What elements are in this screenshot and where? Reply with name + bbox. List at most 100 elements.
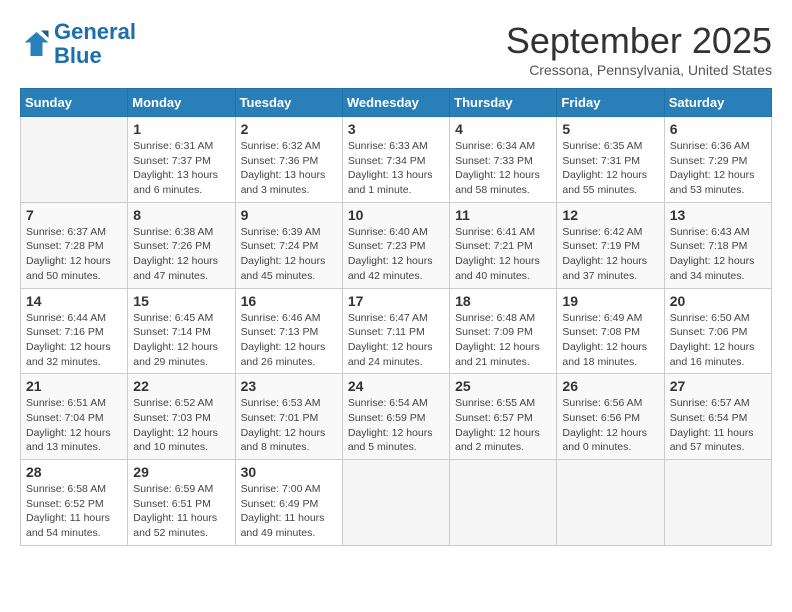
day-info: Sunrise: 6:37 AM Sunset: 7:28 PM Dayligh… bbox=[26, 225, 122, 284]
calendar-cell: 28 Sunrise: 6:58 AM Sunset: 6:52 PM Dayli… bbox=[21, 460, 128, 546]
day-number: 1 bbox=[133, 121, 229, 137]
calendar-week-row: 14Sunrise: 6:44 AM Sunset: 7:16 PM Dayli… bbox=[21, 288, 772, 374]
day-of-week-header: Wednesday bbox=[342, 89, 449, 117]
day-info: Sunrise: 6:34 AM Sunset: 7:33 PM Dayligh… bbox=[455, 139, 551, 198]
day-info: Sunrise: 6:31 AM Sunset: 7:37 PM Dayligh… bbox=[133, 139, 229, 198]
day-info: Sunrise: 6:58 AM Sunset: 6:52 PM Dayligh… bbox=[26, 482, 122, 541]
calendar-week-row: 1 Sunrise: 6:31 AM Sunset: 7:37 PM Daylig… bbox=[21, 117, 772, 203]
day-number: 14 bbox=[26, 293, 122, 309]
day-number: 27 bbox=[670, 378, 766, 394]
calendar-cell: 15 Sunrise: 6:45 AM Sunset: 7:14 PM Dayli… bbox=[128, 288, 235, 374]
day-number: 17 bbox=[348, 293, 444, 309]
calendar-cell: 7 Sunrise: 6:37 AM Sunset: 7:28 PM Daylig… bbox=[21, 202, 128, 288]
calendar-cell bbox=[664, 460, 771, 546]
calendar-cell: 23 Sunrise: 6:53 AM Sunset: 7:01 PM Dayli… bbox=[235, 374, 342, 460]
day-number: 13 bbox=[670, 207, 766, 223]
day-number: 4 bbox=[455, 121, 551, 137]
day-number: 21 bbox=[26, 378, 122, 394]
day-of-week-header: Monday bbox=[128, 89, 235, 117]
day-info: Sunrise: 6:51 AM Sunset: 7:04 PM Dayligh… bbox=[26, 396, 122, 455]
day-number: 15 bbox=[133, 293, 229, 309]
day-info: Sunrise: 6:41 AM Sunset: 7:21 PM Dayligh… bbox=[455, 225, 551, 284]
calendar-cell: 25 Sunrise: 6:55 AM Sunset: 6:57 PM Dayli… bbox=[450, 374, 557, 460]
location-subtitle: Cressona, Pennsylvania, United States bbox=[506, 62, 772, 78]
calendar-cell bbox=[450, 460, 557, 546]
day-number: 25 bbox=[455, 378, 551, 394]
day-info: Sunrise: 6:53 AM Sunset: 7:01 PM Dayligh… bbox=[241, 396, 337, 455]
day-of-week-header: Tuesday bbox=[235, 89, 342, 117]
day-info: Sunrise: 6:50 AM Sunset: 7:06 PM Dayligh… bbox=[670, 311, 766, 370]
day-number: 29 bbox=[133, 464, 229, 480]
calendar-cell: 1 Sunrise: 6:31 AM Sunset: 7:37 PM Daylig… bbox=[128, 117, 235, 203]
day-info: Sunrise: 6:54 AM Sunset: 6:59 PM Dayligh… bbox=[348, 396, 444, 455]
calendar-cell: 11 Sunrise: 6:41 AM Sunset: 7:21 PM Dayli… bbox=[450, 202, 557, 288]
calendar-cell: 21 Sunrise: 6:51 AM Sunset: 7:04 PM Dayli… bbox=[21, 374, 128, 460]
calendar-table: SundayMondayTuesdayWednesdayThursdayFrid… bbox=[20, 88, 772, 546]
day-info: Sunrise: 6:36 AM Sunset: 7:29 PM Dayligh… bbox=[670, 139, 766, 198]
calendar-cell bbox=[21, 117, 128, 203]
day-number: 28 bbox=[26, 464, 122, 480]
calendar-cell: 24 Sunrise: 6:54 AM Sunset: 6:59 PM Dayli… bbox=[342, 374, 449, 460]
day-number: 19 bbox=[562, 293, 658, 309]
calendar-cell: 14Sunrise: 6:44 AM Sunset: 7:16 PM Dayli… bbox=[21, 288, 128, 374]
calendar-cell: 6 Sunrise: 6:36 AM Sunset: 7:29 PM Daylig… bbox=[664, 117, 771, 203]
calendar-cell: 4 Sunrise: 6:34 AM Sunset: 7:33 PM Daylig… bbox=[450, 117, 557, 203]
calendar-week-row: 7 Sunrise: 6:37 AM Sunset: 7:28 PM Daylig… bbox=[21, 202, 772, 288]
day-number: 9 bbox=[241, 207, 337, 223]
day-number: 18 bbox=[455, 293, 551, 309]
day-info: Sunrise: 6:59 AM Sunset: 6:51 PM Dayligh… bbox=[133, 482, 229, 541]
day-info: Sunrise: 6:57 AM Sunset: 6:54 PM Dayligh… bbox=[670, 396, 766, 455]
day-number: 30 bbox=[241, 464, 337, 480]
day-info: Sunrise: 6:47 AM Sunset: 7:11 PM Dayligh… bbox=[348, 311, 444, 370]
day-number: 16 bbox=[241, 293, 337, 309]
calendar-week-row: 21 Sunrise: 6:51 AM Sunset: 7:04 PM Dayli… bbox=[21, 374, 772, 460]
day-info: Sunrise: 7:00 AM Sunset: 6:49 PM Dayligh… bbox=[241, 482, 337, 541]
day-info: Sunrise: 6:46 AM Sunset: 7:13 PM Dayligh… bbox=[241, 311, 337, 370]
day-number: 7 bbox=[26, 207, 122, 223]
day-info: Sunrise: 6:35 AM Sunset: 7:31 PM Dayligh… bbox=[562, 139, 658, 198]
day-info: Sunrise: 6:55 AM Sunset: 6:57 PM Dayligh… bbox=[455, 396, 551, 455]
calendar-cell: 29 Sunrise: 6:59 AM Sunset: 6:51 PM Dayli… bbox=[128, 460, 235, 546]
calendar-cell: 2 Sunrise: 6:32 AM Sunset: 7:36 PM Daylig… bbox=[235, 117, 342, 203]
calendar-body: 1 Sunrise: 6:31 AM Sunset: 7:37 PM Daylig… bbox=[21, 117, 772, 546]
calendar-cell: 8Sunrise: 6:38 AM Sunset: 7:26 PM Daylig… bbox=[128, 202, 235, 288]
day-info: Sunrise: 6:39 AM Sunset: 7:24 PM Dayligh… bbox=[241, 225, 337, 284]
calendar-cell: 16 Sunrise: 6:46 AM Sunset: 7:13 PM Dayli… bbox=[235, 288, 342, 374]
calendar-cell: 3Sunrise: 6:33 AM Sunset: 7:34 PM Daylig… bbox=[342, 117, 449, 203]
page-header: General Blue September 2025 Cressona, Pe… bbox=[20, 20, 772, 78]
day-of-week-header: Friday bbox=[557, 89, 664, 117]
calendar-cell bbox=[557, 460, 664, 546]
day-info: Sunrise: 6:49 AM Sunset: 7:08 PM Dayligh… bbox=[562, 311, 658, 370]
calendar-cell: 10Sunrise: 6:40 AM Sunset: 7:23 PM Dayli… bbox=[342, 202, 449, 288]
day-of-week-header: Thursday bbox=[450, 89, 557, 117]
day-number: 11 bbox=[455, 207, 551, 223]
day-number: 6 bbox=[670, 121, 766, 137]
calendar-cell: 12Sunrise: 6:42 AM Sunset: 7:19 PM Dayli… bbox=[557, 202, 664, 288]
day-number: 20 bbox=[670, 293, 766, 309]
logo-text: General Blue bbox=[54, 20, 136, 68]
calendar-cell bbox=[342, 460, 449, 546]
day-number: 2 bbox=[241, 121, 337, 137]
day-number: 23 bbox=[241, 378, 337, 394]
calendar-cell: 18 Sunrise: 6:48 AM Sunset: 7:09 PM Dayli… bbox=[450, 288, 557, 374]
day-number: 10 bbox=[348, 207, 444, 223]
day-number: 22 bbox=[133, 378, 229, 394]
title-block: September 2025 Cressona, Pennsylvania, U… bbox=[506, 20, 772, 78]
calendar-cell: 19 Sunrise: 6:49 AM Sunset: 7:08 PM Dayli… bbox=[557, 288, 664, 374]
day-info: Sunrise: 6:32 AM Sunset: 7:36 PM Dayligh… bbox=[241, 139, 337, 198]
day-number: 5 bbox=[562, 121, 658, 137]
day-number: 26 bbox=[562, 378, 658, 394]
day-info: Sunrise: 6:48 AM Sunset: 7:09 PM Dayligh… bbox=[455, 311, 551, 370]
day-info: Sunrise: 6:45 AM Sunset: 7:14 PM Dayligh… bbox=[133, 311, 229, 370]
logo-icon bbox=[20, 29, 50, 59]
day-number: 8 bbox=[133, 207, 229, 223]
calendar-cell: 27 Sunrise: 6:57 AM Sunset: 6:54 PM Dayli… bbox=[664, 374, 771, 460]
day-number: 3 bbox=[348, 121, 444, 137]
day-number: 12 bbox=[562, 207, 658, 223]
logo-line1: General bbox=[54, 19, 136, 44]
day-info: Sunrise: 6:56 AM Sunset: 6:56 PM Dayligh… bbox=[562, 396, 658, 455]
day-number: 24 bbox=[348, 378, 444, 394]
month-title: September 2025 bbox=[506, 20, 772, 62]
calendar-cell: 17 Sunrise: 6:47 AM Sunset: 7:11 PM Dayli… bbox=[342, 288, 449, 374]
day-info: Sunrise: 6:52 AM Sunset: 7:03 PM Dayligh… bbox=[133, 396, 229, 455]
